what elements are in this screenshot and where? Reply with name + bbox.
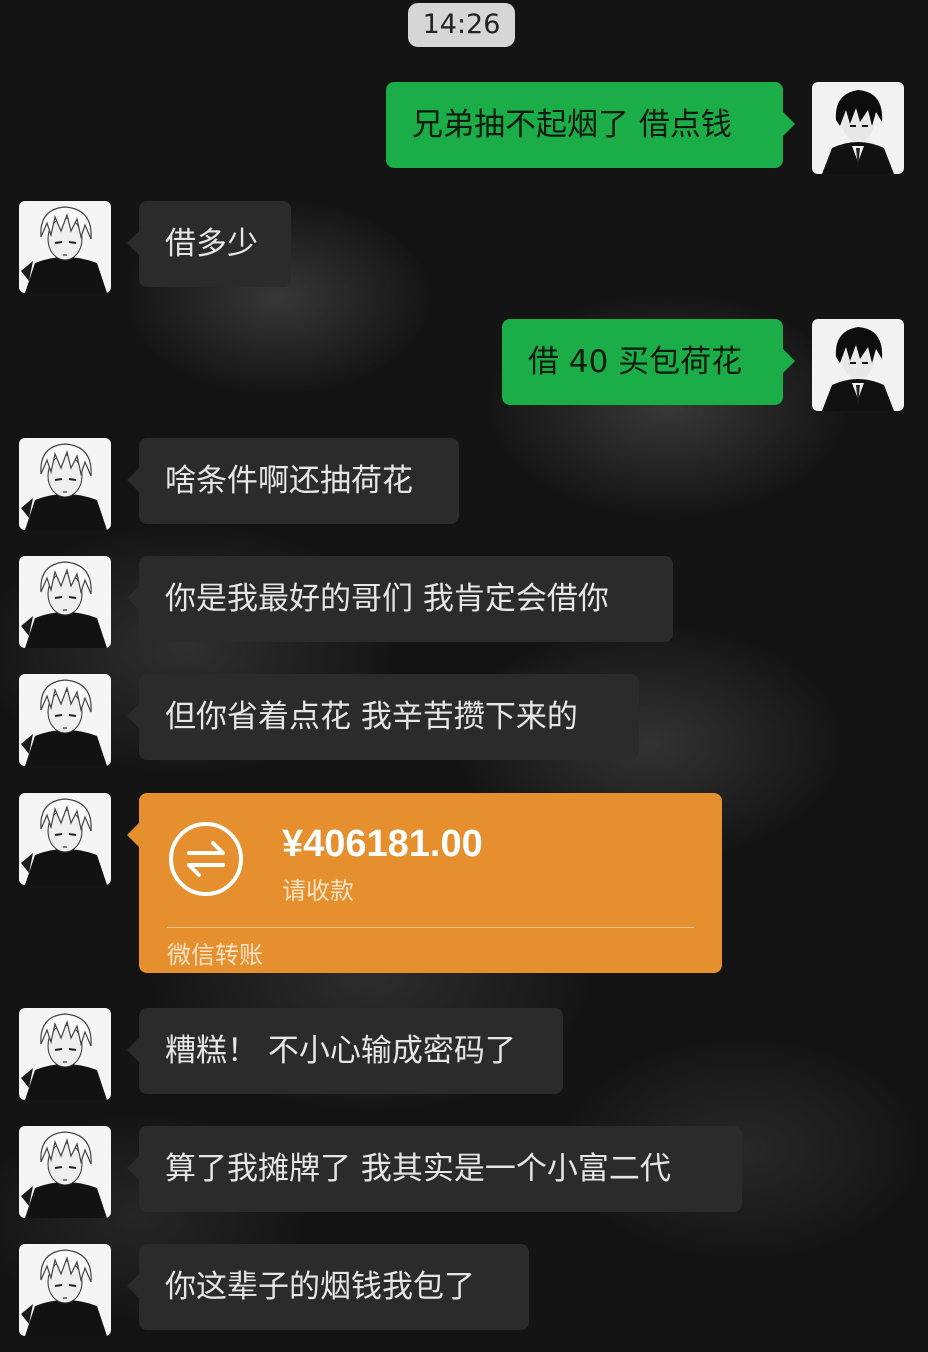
friend-avatar[interactable] [19,556,111,648]
message-bubble-incoming[interactable]: 你是我最好的哥们 我肯定会借你 [127,556,673,642]
message-bubble-incoming[interactable]: 糟糕！ 不小心输成密码了 [127,1008,563,1094]
transfer-card[interactable]: ¥406181.00 请收款 微信转账 [127,793,722,973]
my-avatar[interactable] [812,82,904,174]
message-bubble-outgoing[interactable]: 兄弟抽不起烟了 借点钱 [386,82,795,168]
transfer-arrows-icon [167,820,245,898]
friend-avatar[interactable] [19,674,111,766]
friend-avatar[interactable] [19,793,111,885]
message-bubble-incoming[interactable]: 算了我摊牌了 我其实是一个小富二代 [127,1126,742,1212]
friend-avatar[interactable] [19,1244,111,1336]
message-bubble-incoming[interactable]: 你这辈子的烟钱我包了 [127,1244,529,1330]
transfer-footer-label: 微信转账 [167,941,263,969]
transfer-divider [167,927,694,928]
friend-avatar[interactable] [19,201,111,293]
time-indicator: 14:26 [408,3,515,47]
friend-avatar[interactable] [19,438,111,530]
transfer-amount: ¥406181.00 [282,823,483,865]
my-avatar[interactable] [812,319,904,411]
message-bubble-outgoing[interactable]: 借 40 买包荷花 [502,319,795,405]
friend-avatar[interactable] [19,1008,111,1100]
message-bubble-incoming[interactable]: 借多少 [127,201,291,287]
message-bubble-incoming[interactable]: 啥条件啊还抽荷花 [127,438,459,524]
transfer-note: 请收款 [282,877,354,905]
friend-avatar[interactable] [19,1126,111,1218]
message-bubble-incoming[interactable]: 但你省着点花 我辛苦攒下来的 [127,674,639,760]
